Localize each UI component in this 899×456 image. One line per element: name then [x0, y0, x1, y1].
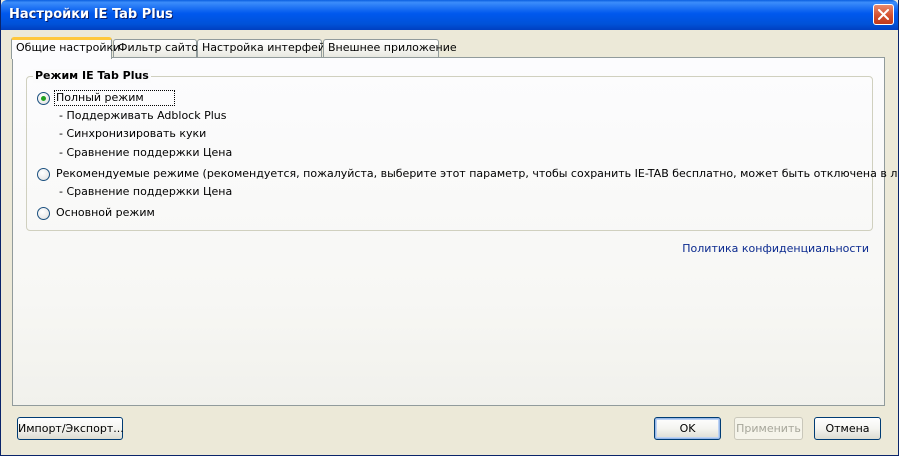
- general-settings-panel: Режим IE Tab Plus Полный режим - Поддерж…: [12, 57, 898, 406]
- tab-label: Внешнее приложение: [328, 41, 457, 54]
- privacy-policy-link[interactable]: Политика конфиденциальности: [682, 242, 869, 255]
- tab-site-filter[interactable]: Фильтр сайтов: [113, 39, 205, 57]
- tab-interface-settings[interactable]: Настройка интерфейса: [197, 39, 338, 57]
- list-item: - Сравнение поддержки Цена: [59, 146, 233, 159]
- tab-label: Фильтр сайтов: [118, 41, 205, 54]
- groupbox-title: Режим IE Tab Plus: [33, 69, 151, 83]
- radio-full-mode[interactable]: Полный режим: [37, 90, 175, 106]
- radio-label[interactable]: Основной режим: [55, 206, 156, 220]
- import-export-button[interactable]: Импорт/Экспорт...: [17, 417, 124, 440]
- ok-button[interactable]: OK: [654, 417, 721, 440]
- list-item: - Поддерживать Adblock Plus: [59, 109, 227, 122]
- list-item: - Синхронизировать куки: [59, 127, 207, 140]
- tab-label: Настройка интерфейса: [202, 41, 338, 54]
- tab-label: Общие настройки: [16, 41, 121, 54]
- close-button[interactable]: [873, 4, 894, 25]
- radio-label[interactable]: Полный режим: [54, 90, 175, 106]
- list-item: - Сравнение поддержки Цена: [59, 185, 233, 198]
- radio-recommended-mode[interactable]: Рекомендуемые режиме (рекомендуется, пож…: [37, 166, 898, 182]
- close-icon: [878, 9, 889, 20]
- tab-external-app[interactable]: Внешнее приложение: [323, 39, 457, 57]
- window-title: Настройки IE Tab Plus: [9, 7, 173, 22]
- tab-general-settings[interactable]: Общие настройки: [11, 37, 120, 59]
- cancel-button[interactable]: Отмена: [814, 417, 881, 440]
- radio-label[interactable]: Рекомендуемые режиме (рекомендуется, пож…: [55, 167, 898, 181]
- title-bar[interactable]: Настройки IE Tab Plus: [1, 0, 898, 30]
- radio-button[interactable]: [37, 91, 50, 105]
- apply-button[interactable]: Применить: [734, 417, 803, 440]
- mode-groupbox: Режим IE Tab Plus Полный режим - Поддерж…: [26, 69, 898, 231]
- radio-button[interactable]: [37, 206, 50, 220]
- radio-basic-mode[interactable]: Основной режим: [37, 205, 156, 221]
- settings-dialog: Настройки IE Tab Plus Общие настройки Фи…: [0, 0, 899, 456]
- radio-button[interactable]: [37, 167, 50, 181]
